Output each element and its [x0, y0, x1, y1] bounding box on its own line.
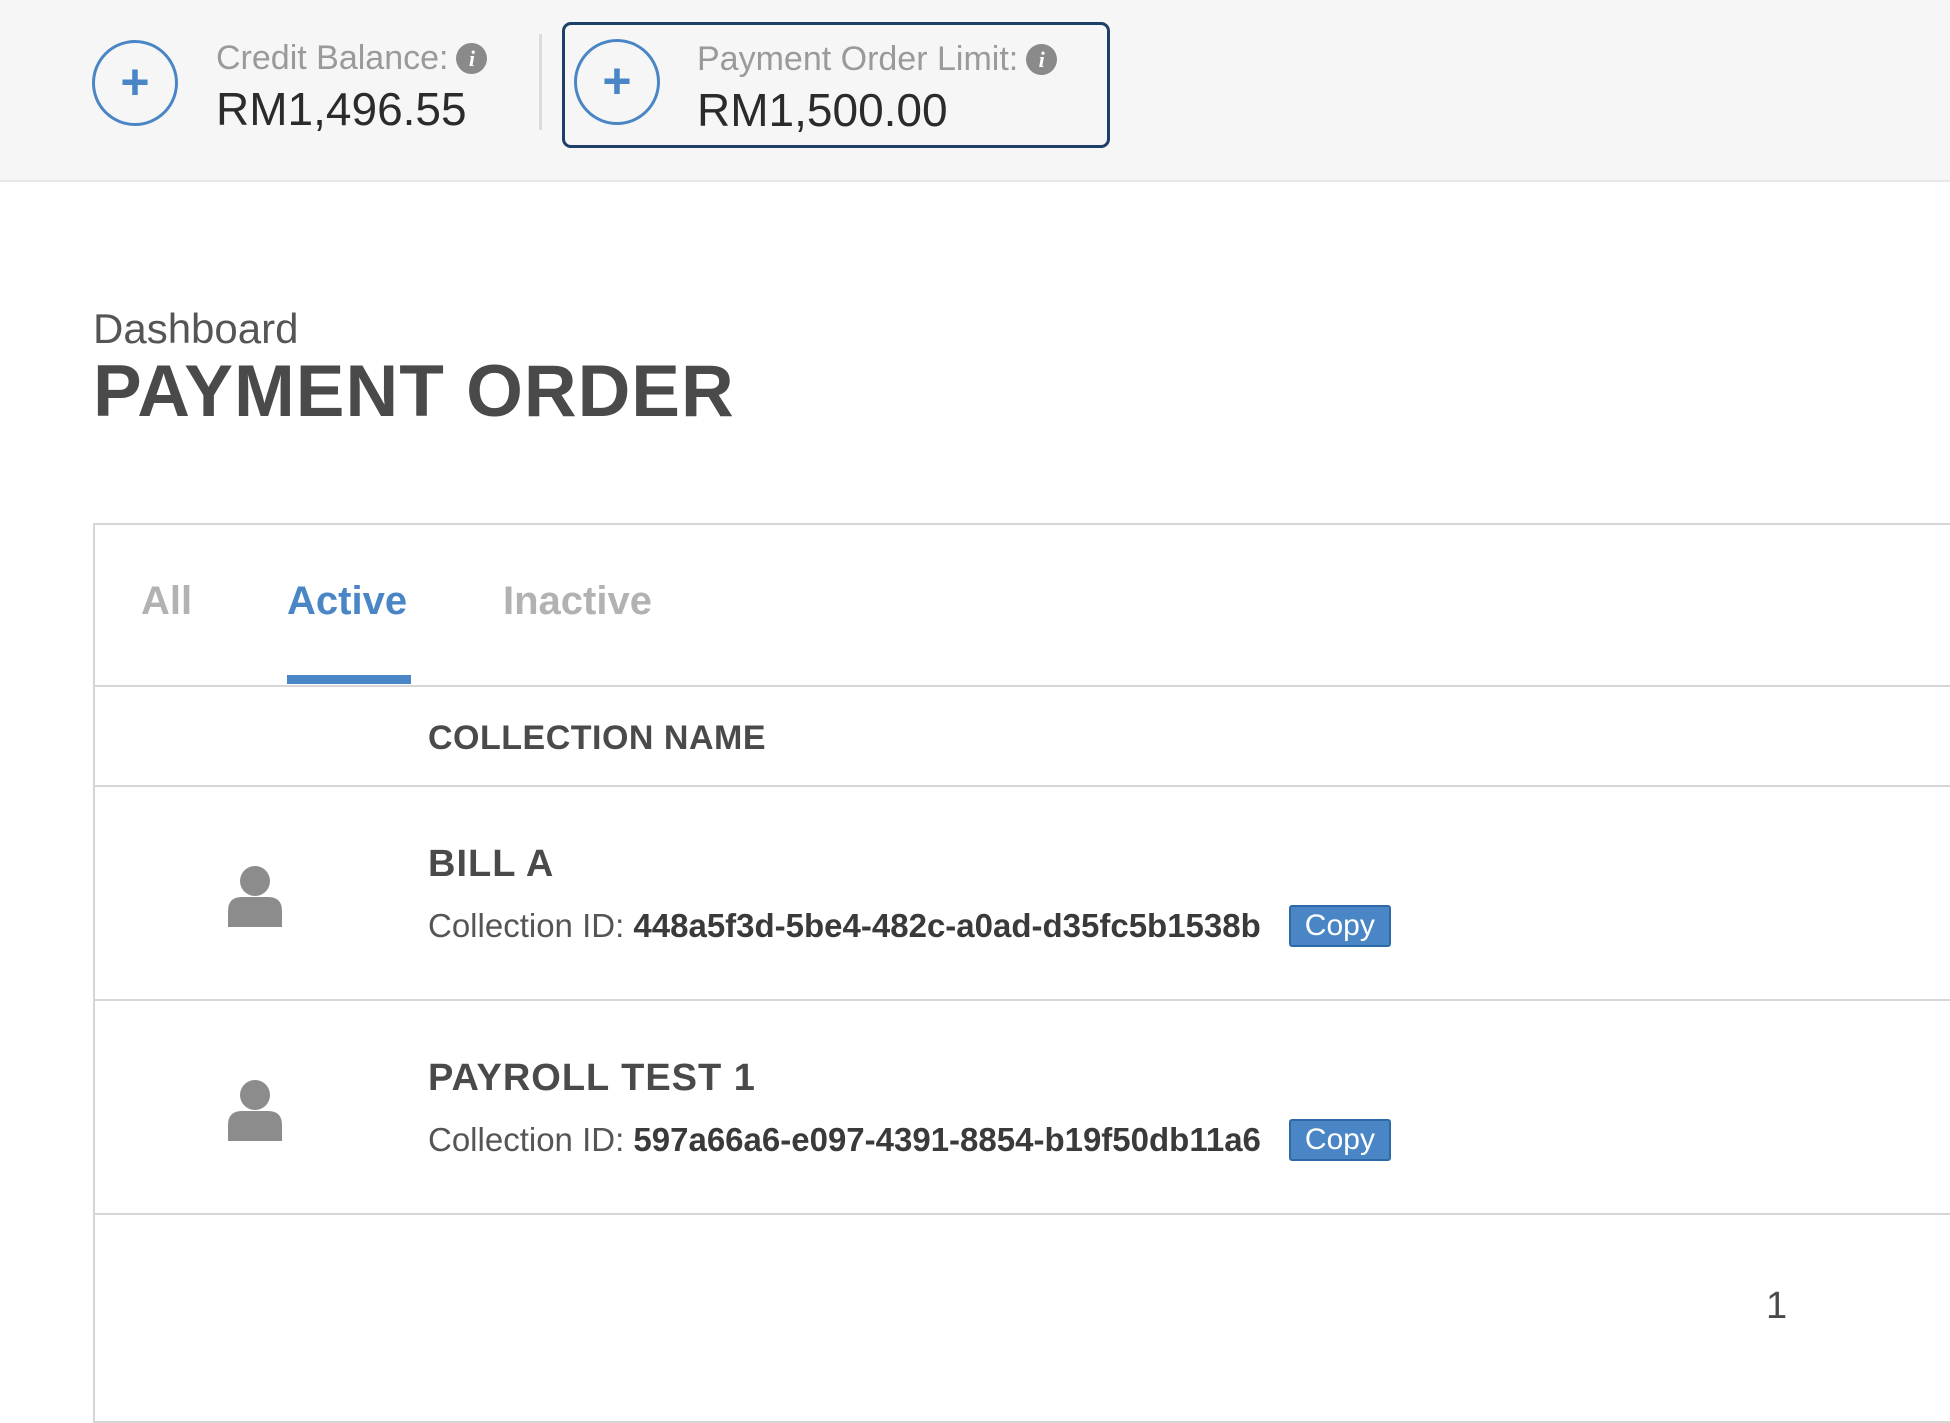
page-title: PAYMENT ORDER [93, 351, 735, 432]
add-limit-icon[interactable]: + [574, 39, 660, 125]
tab-active[interactable]: Active [287, 579, 407, 624]
payment-order-limit-label: Payment Order Limit: i [697, 40, 1058, 79]
user-icon [228, 1080, 282, 1141]
divider [539, 34, 542, 130]
tab-all[interactable]: All [141, 579, 192, 624]
credit-balance-card: + Credit Balance: i RM1,496.55 [82, 22, 522, 148]
tab-inactive[interactable]: Inactive [503, 579, 652, 624]
payment-order-limit-card[interactable]: + Payment Order Limit: i RM1,500.00 [562, 22, 1110, 148]
breadcrumb[interactable]: Dashboard [93, 305, 298, 353]
user-icon [228, 866, 282, 927]
payment-order-limit-label-text: Payment Order Limit: [697, 40, 1019, 78]
collection-name-header: COLLECTION NAME [428, 719, 767, 757]
collection-id-line: Collection ID: 597a66a6-e097-4391-8854-b… [428, 1119, 1391, 1161]
credit-balance-label: Credit Balance: i [216, 39, 488, 78]
table-row[interactable]: BILL A Collection ID: 448a5f3d-5be4-482c… [95, 787, 1950, 1001]
collection-name[interactable]: BILL A [428, 843, 554, 886]
pagination-page-1[interactable]: 1 [1766, 1285, 1787, 1328]
collection-id-value: 448a5f3d-5be4-482c-a0ad-d35fc5b1538b [633, 907, 1261, 944]
add-credit-icon[interactable]: + [92, 40, 178, 126]
credit-balance-value: RM1,496.55 [216, 83, 467, 135]
collection-id-value: 597a66a6-e097-4391-8854-b19f50db11a6 [633, 1121, 1261, 1158]
collection-id-line: Collection ID: 448a5f3d-5be4-482c-a0ad-d… [428, 905, 1391, 947]
table-header: COLLECTION NAME [95, 685, 1950, 787]
payment-order-limit-value: RM1,500.00 [697, 84, 948, 136]
info-icon[interactable]: i [456, 43, 488, 74]
collection-id-label: Collection ID: [428, 1121, 625, 1158]
collection-name[interactable]: PAYROLL TEST 1 [428, 1057, 756, 1100]
copy-button[interactable]: Copy [1288, 1119, 1391, 1161]
tab-bar: All Active Inactive [95, 525, 1950, 687]
table-row[interactable]: PAYROLL TEST 1 Collection ID: 597a66a6-e… [95, 1001, 1950, 1215]
info-icon[interactable]: i [1026, 44, 1058, 75]
credit-balance-label-text: Credit Balance: [216, 39, 449, 77]
active-tab-indicator [287, 675, 411, 684]
collection-id-label: Collection ID: [428, 907, 625, 944]
payment-order-panel: All Active Inactive COLLECTION NAME BILL… [93, 523, 1950, 1423]
copy-button[interactable]: Copy [1288, 905, 1391, 947]
balance-bar: + Credit Balance: i RM1,496.55 + Payment … [0, 0, 1950, 182]
